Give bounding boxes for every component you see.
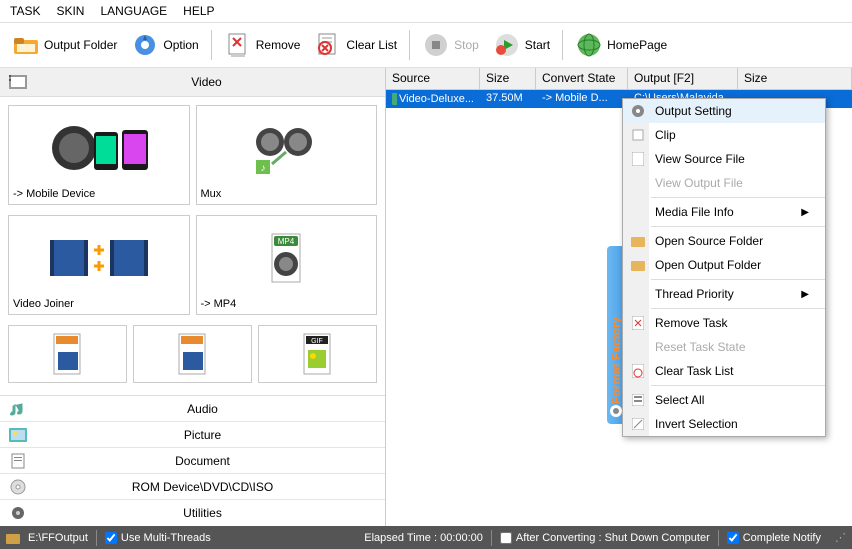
webm-card[interactable] bbox=[133, 325, 252, 383]
remove-icon bbox=[224, 31, 252, 59]
factory-icon bbox=[609, 404, 623, 418]
file-icon bbox=[627, 150, 649, 168]
ctx-clear-task-list[interactable]: Clear Task List bbox=[623, 359, 825, 383]
ctx-remove-task[interactable]: Remove Task bbox=[623, 311, 825, 335]
toolbar: Output Folder Option Remove Clear List S… bbox=[0, 22, 852, 68]
mkv-card[interactable] bbox=[8, 325, 127, 383]
ctx-view-output: View Output File bbox=[623, 171, 825, 195]
start-icon bbox=[493, 31, 521, 59]
mobile-device-card[interactable]: -> Mobile Device bbox=[8, 105, 190, 205]
status-bar: E:\FFOutput Use Multi-Threads Elapsed Ti… bbox=[0, 526, 852, 549]
remove-button[interactable]: Remove bbox=[218, 27, 307, 63]
col-source[interactable]: Source bbox=[386, 68, 480, 89]
option-button[interactable]: Option bbox=[125, 27, 204, 63]
ctx-open-output-folder[interactable]: Open Output Folder bbox=[623, 253, 825, 277]
folder-icon bbox=[12, 31, 40, 59]
gear-icon bbox=[8, 503, 28, 523]
stop-button[interactable]: Stop bbox=[416, 27, 485, 63]
output-folder-label: Output Folder bbox=[44, 38, 117, 52]
col-size2[interactable]: Size bbox=[738, 68, 852, 89]
option-label: Option bbox=[163, 38, 198, 52]
picture-icon bbox=[8, 425, 28, 445]
video-formats-grid: -> Mobile Device ♪ Mux Video Joiner MP4 … bbox=[0, 97, 385, 395]
remove-icon bbox=[627, 314, 649, 332]
chevron-right-icon: ▶ bbox=[801, 289, 809, 300]
folder-icon bbox=[6, 532, 20, 544]
ctx-invert-selection[interactable]: Invert Selection bbox=[623, 412, 825, 436]
music-icon bbox=[8, 399, 28, 419]
ctx-output-setting[interactable]: Output Setting bbox=[623, 99, 825, 123]
ctx-open-source-folder[interactable]: Open Source Folder bbox=[623, 229, 825, 253]
status-path[interactable]: E:\FFOutput bbox=[28, 532, 88, 544]
start-button[interactable]: Start bbox=[487, 27, 556, 63]
output-folder-button[interactable]: Output Folder bbox=[6, 27, 123, 63]
option-icon bbox=[131, 31, 159, 59]
picture-category[interactable]: Picture bbox=[0, 422, 385, 448]
column-headers: Source Size Convert State Output [F2] Si… bbox=[386, 68, 852, 90]
file-film-icon bbox=[392, 93, 397, 105]
multi-threads-checkbox[interactable]: Use Multi-Threads bbox=[105, 532, 211, 544]
mux-card[interactable]: ♪ Mux bbox=[196, 105, 378, 205]
scissors-icon bbox=[627, 126, 649, 144]
left-panel: Video -> Mobile Device ♪ Mux Video Joine… bbox=[0, 68, 386, 526]
homepage-label: HomePage bbox=[607, 38, 667, 52]
globe-icon bbox=[575, 31, 603, 59]
chevron-right-icon: ▶ bbox=[801, 207, 809, 218]
complete-notify-checkbox[interactable]: Complete Notify bbox=[727, 532, 821, 544]
grip-icon: ⋰ bbox=[835, 531, 846, 544]
menu-help[interactable]: HELP bbox=[183, 4, 214, 18]
menu-language[interactable]: LANGUAGE bbox=[100, 4, 167, 18]
context-menu: Output Setting Clip View Source File Vie… bbox=[622, 98, 826, 437]
col-size[interactable]: Size bbox=[480, 68, 536, 89]
folder-icon bbox=[627, 232, 649, 250]
remove-label: Remove bbox=[256, 38, 301, 52]
after-converting-checkbox[interactable]: After Converting : Shut Down Computer bbox=[500, 532, 710, 544]
menu-task[interactable]: TASK bbox=[10, 4, 40, 18]
ctx-reset-task: Reset Task State bbox=[623, 335, 825, 359]
col-output[interactable]: Output [F2] bbox=[628, 68, 738, 89]
clear-list-icon bbox=[314, 31, 342, 59]
video-label: Video bbox=[36, 75, 377, 89]
document-category[interactable]: Document bbox=[0, 448, 385, 474]
elapsed-time: Elapsed Time : 00:00:00 bbox=[364, 532, 483, 544]
rom-category[interactable]: ROM Device\DVD\CD\ISO bbox=[0, 474, 385, 500]
menu-bar: TASK SKIN LANGUAGE HELP bbox=[0, 0, 852, 22]
ctx-select-all[interactable]: Select All bbox=[623, 388, 825, 412]
menu-skin[interactable]: SKIN bbox=[56, 4, 84, 18]
gear-icon bbox=[627, 102, 649, 120]
ctx-media-info[interactable]: Media File Info▶ bbox=[623, 200, 825, 224]
svg-text:♪: ♪ bbox=[261, 163, 266, 174]
svg-text:MP4: MP4 bbox=[278, 237, 295, 246]
ctx-clip[interactable]: Clip bbox=[623, 123, 825, 147]
disc-icon bbox=[8, 477, 28, 497]
document-icon bbox=[8, 451, 28, 471]
stop-icon bbox=[422, 31, 450, 59]
invert-icon bbox=[627, 415, 649, 433]
film-icon bbox=[8, 72, 28, 92]
clear-list-label: Clear List bbox=[346, 38, 397, 52]
video-joiner-card[interactable]: Video Joiner bbox=[8, 215, 190, 315]
ctx-view-source[interactable]: View Source File bbox=[623, 147, 825, 171]
folder-icon bbox=[627, 256, 649, 274]
start-label: Start bbox=[525, 38, 550, 52]
col-convert-state[interactable]: Convert State bbox=[536, 68, 628, 89]
svg-text:GIF: GIF bbox=[311, 338, 323, 345]
mp4-card[interactable]: MP4 -> MP4 bbox=[196, 215, 378, 315]
clear-list-button[interactable]: Clear List bbox=[308, 27, 403, 63]
stop-label: Stop bbox=[454, 38, 479, 52]
video-category-header[interactable]: Video bbox=[0, 68, 385, 97]
clear-icon bbox=[627, 362, 649, 380]
utilities-category[interactable]: Utilities bbox=[0, 500, 385, 526]
homepage-button[interactable]: HomePage bbox=[569, 27, 673, 63]
select-all-icon bbox=[627, 391, 649, 409]
ctx-thread-priority[interactable]: Thread Priority▶ bbox=[623, 282, 825, 306]
audio-category[interactable]: Audio bbox=[0, 396, 385, 422]
gif-card[interactable]: GIF bbox=[258, 325, 377, 383]
